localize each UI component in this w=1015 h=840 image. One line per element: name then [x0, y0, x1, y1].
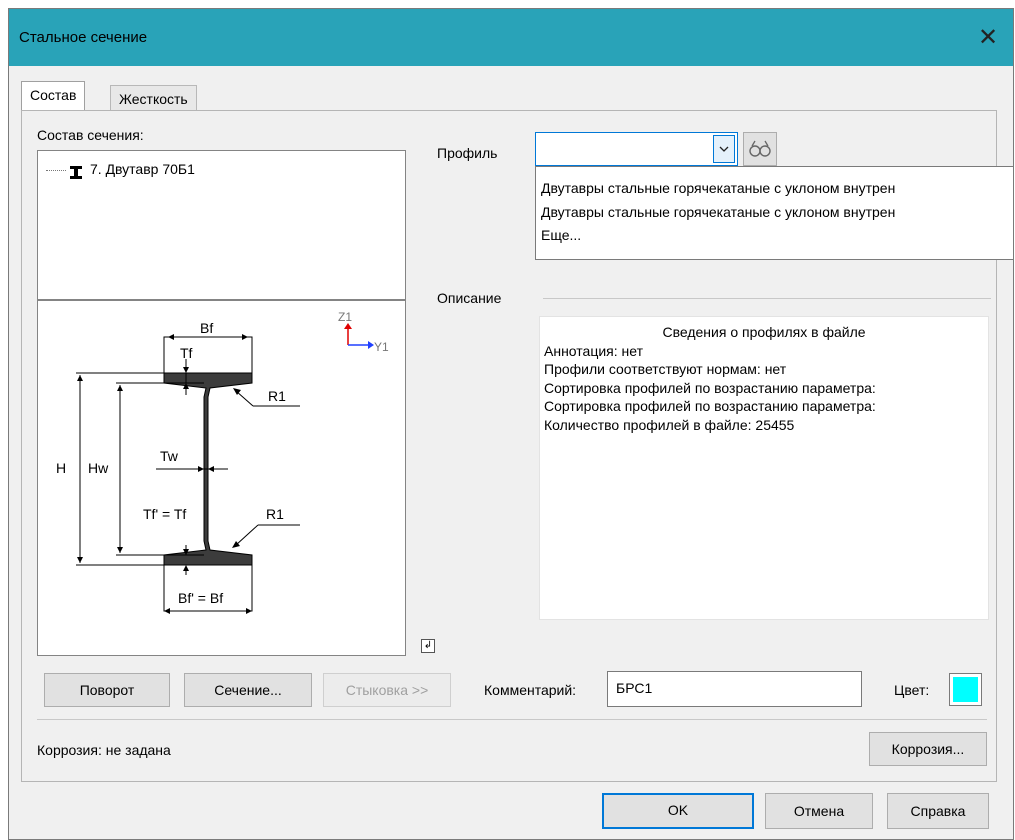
dropdown-item[interactable]: Двутавры стальные горячекатаные с уклоно… [536, 177, 1013, 201]
tree-connector [46, 170, 66, 171]
cancel-button[interactable]: Отмена [765, 793, 873, 829]
close-icon[interactable]: ✕ [963, 9, 1013, 66]
description-line: Сортировка профилей по возрастанию парам… [544, 398, 876, 414]
tab-stiffness[interactable]: Жесткость [110, 85, 197, 111]
label-tw: Tw [160, 448, 179, 464]
section-drawing: Bf Tf R1 H Hw Tw Tf' = Tf R1 Bf' = Bf Z1… [37, 300, 406, 656]
label-r1-top: R1 [268, 388, 286, 404]
description-line: Сортировка профилей по возрастанию парам… [544, 379, 876, 396]
dropdown-item[interactable]: Двутавры стальные горячекатаные с уклоно… [536, 201, 1013, 225]
comment-value: БРС1 [616, 680, 653, 696]
i-beam-icon [70, 166, 82, 179]
help-button[interactable]: Справка [887, 793, 989, 829]
description-line: Профили соответствуют нормам: нет [544, 361, 787, 377]
color-label: Цвет: [894, 682, 930, 698]
corner-expand-icon[interactable]: ↲ [421, 639, 435, 653]
title-bar: Стальное сечение ✕ [9, 9, 1013, 66]
i-beam-drawing: Bf Tf R1 H Hw Tw Tf' = Tf R1 Bf' = Bf Z1… [56, 310, 389, 614]
label-tf2: Tf' = Tf [143, 506, 186, 522]
composition-tree: 7. Двутавр 70Б1 [37, 150, 406, 300]
label-bf2: Bf' = Bf [178, 590, 223, 606]
label-tf: Tf [180, 345, 193, 361]
description-heading: Сведения о профилях в файле [662, 324, 866, 340]
description-divider [543, 298, 991, 299]
label-h: H [56, 460, 66, 476]
profile-dropdown-list: Двутавры стальные горячекатаные с уклоно… [535, 166, 1013, 260]
steel-section-dialog: Стальное сечение ✕ Состав Жесткость Сост… [8, 8, 1014, 840]
dialog-title: Стальное сечение [19, 29, 148, 46]
label-bf: Bf [200, 320, 213, 336]
ok-button[interactable]: OK [602, 793, 754, 829]
description-box: Сведения о профилях в файле Аннотация: н… [539, 316, 989, 620]
axis-y-label: Y1 [374, 340, 389, 354]
corrosion-status: Коррозия: не задана [37, 742, 171, 758]
label-hw: Hw [88, 460, 109, 476]
axis-z-label: Z1 [338, 310, 352, 324]
tree-item[interactable]: 7. Двутавр 70Б1 [46, 161, 346, 181]
description-label: Описание [437, 290, 502, 306]
joint-button[interactable]: Стыковка >> [323, 673, 451, 707]
label-r1-bottom: R1 [266, 506, 284, 522]
separator [37, 719, 987, 720]
view-profiles-button[interactable] [743, 132, 777, 166]
description-line: Аннотация: нет [544, 342, 643, 359]
chevron-down-icon[interactable] [713, 135, 735, 163]
tree-item-label: 7. Двутавр 70Б1 [90, 161, 195, 177]
profile-label: Профиль [437, 145, 498, 161]
description-line: Количество профилей в файле: 25455 [544, 416, 795, 433]
dropdown-item-more[interactable]: Еще... [536, 224, 1013, 248]
comment-input[interactable]: БРС1 [607, 671, 862, 707]
corrosion-button[interactable]: Коррозия... [869, 732, 987, 766]
profile-combobox[interactable] [535, 132, 738, 166]
comment-label: Комментарий: [484, 682, 577, 698]
rotate-button[interactable]: Поворот [44, 673, 170, 707]
composition-label: Состав сечения: [37, 127, 144, 143]
section-button[interactable]: Сечение... [184, 673, 312, 707]
tab-composition[interactable]: Состав [21, 81, 86, 111]
glasses-icon [749, 140, 771, 157]
color-picker[interactable] [949, 673, 982, 706]
color-swatch [953, 677, 978, 702]
